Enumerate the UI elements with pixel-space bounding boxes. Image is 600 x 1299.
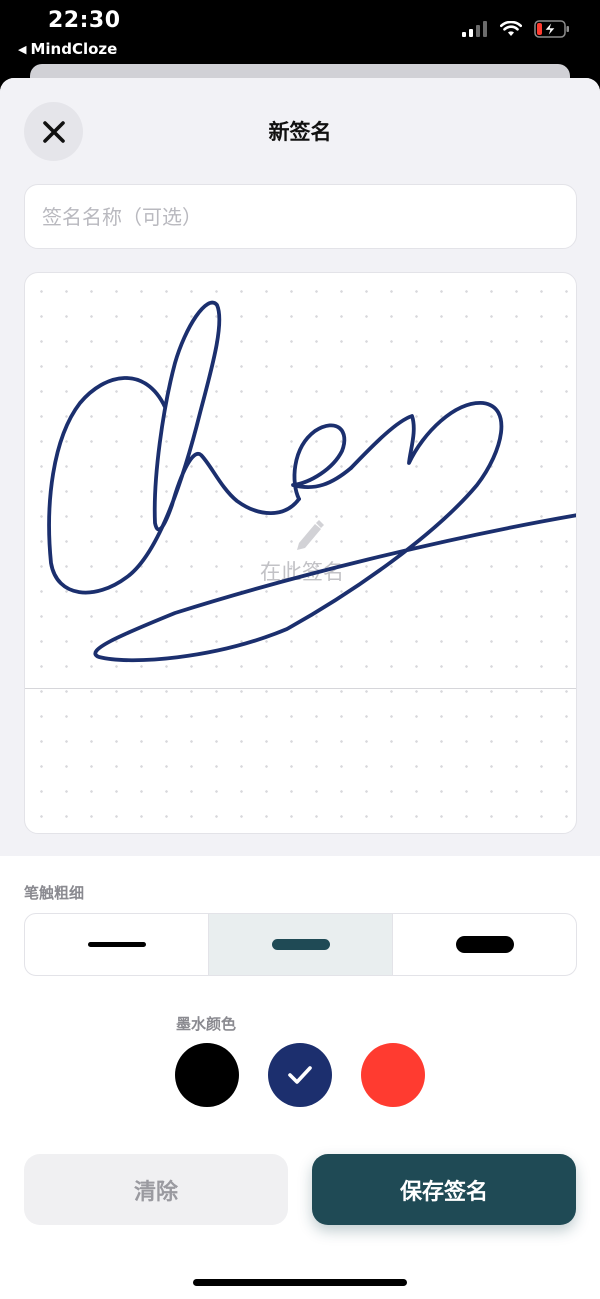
stroke-width-selector — [24, 913, 577, 976]
stroke-thin-option[interactable] — [25, 914, 209, 975]
home-indicator — [193, 1279, 407, 1286]
medium-stroke-preview — [271, 939, 330, 950]
status-bar: 22:30 ◀ MindCloze — [0, 0, 600, 64]
signature-stroke — [47, 300, 576, 663]
thick-stroke-preview — [455, 936, 514, 953]
back-triangle-icon: ◀ — [18, 42, 27, 56]
save-signature-button[interactable]: 保存签名 — [312, 1154, 576, 1225]
signature-name-input[interactable] — [24, 184, 577, 249]
ink-color-label: 墨水颜色 — [176, 1015, 237, 1033]
ink-color-navy[interactable] — [268, 1043, 332, 1107]
stroke-medium-option[interactable] — [209, 914, 393, 975]
status-icons — [462, 20, 570, 38]
ink-color-red[interactable] — [361, 1043, 425, 1107]
sheet-title: 新签名 — [268, 120, 332, 144]
ink-color-black[interactable] — [175, 1043, 239, 1107]
thin-stroke-preview — [87, 942, 146, 947]
back-app-label: MindCloze — [30, 40, 118, 58]
checkmark-icon — [288, 1066, 312, 1084]
stroke-thick-option[interactable] — [393, 914, 576, 975]
wifi-icon — [500, 21, 522, 36]
new-signature-sheet: 新签名 在此签名 笔触粗细 — [0, 78, 600, 1299]
back-to-app-button[interactable]: ◀ MindCloze — [18, 40, 117, 58]
cellular-signal-icon — [462, 21, 487, 37]
status-time: 22:30 — [48, 8, 121, 33]
stroke-width-label: 笔触粗细 — [24, 884, 85, 902]
clear-button[interactable]: 清除 — [24, 1154, 288, 1225]
signature-canvas[interactable]: 在此签名 — [24, 272, 577, 834]
battery-charging-icon — [534, 20, 569, 38]
